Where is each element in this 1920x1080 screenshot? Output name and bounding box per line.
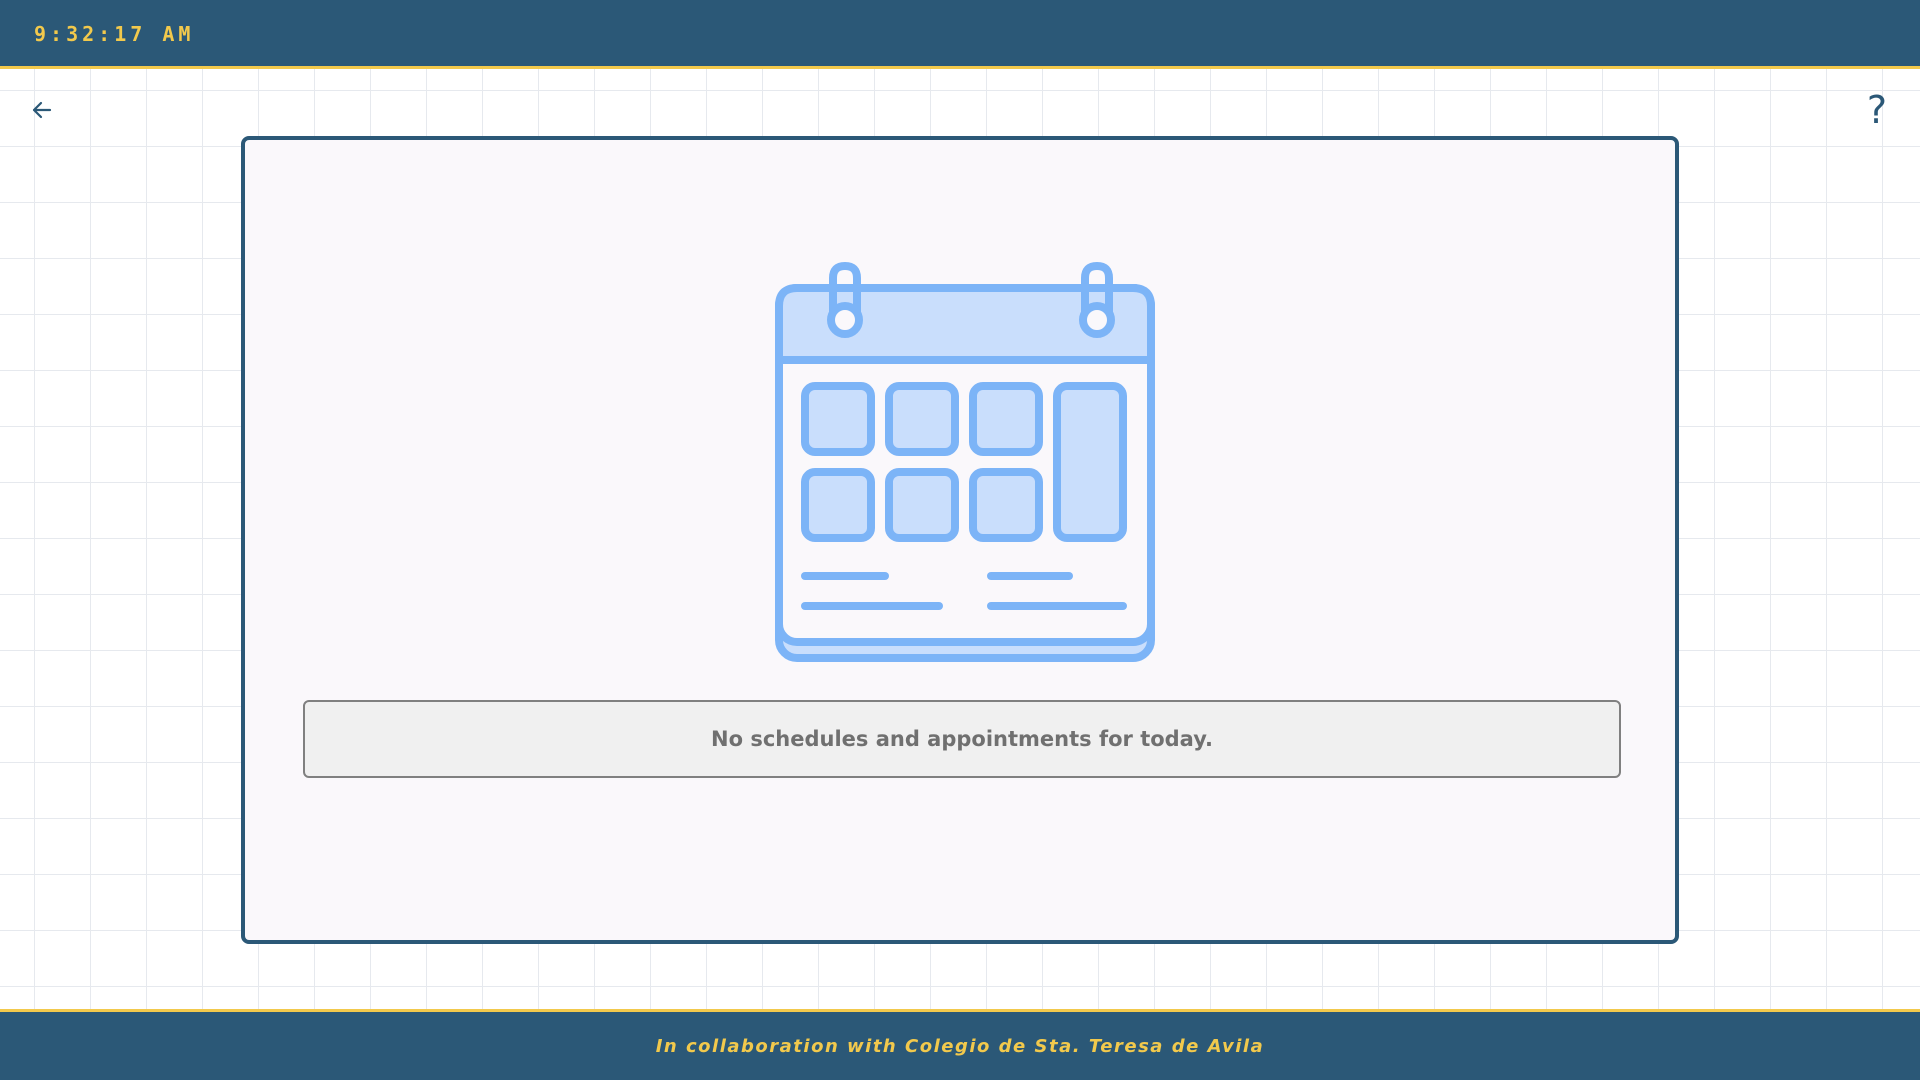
arrow-left-icon [32, 101, 52, 119]
top-bar: 9:32:17 AM [0, 0, 1920, 69]
schedule-card: No schedules and appointments for today. [241, 136, 1679, 944]
footer-bar: In collaboration with Colegio de Sta. Te… [0, 1009, 1920, 1080]
empty-schedule-message: No schedules and appointments for today. [303, 700, 1621, 778]
clock-display: 9:32:17 AM [34, 22, 195, 46]
help-button[interactable]: ? [1860, 88, 1894, 132]
back-button[interactable] [26, 94, 58, 126]
calendar-icon [775, 262, 1155, 662]
footer-credit: In collaboration with Colegio de Sta. Te… [655, 1035, 1265, 1057]
